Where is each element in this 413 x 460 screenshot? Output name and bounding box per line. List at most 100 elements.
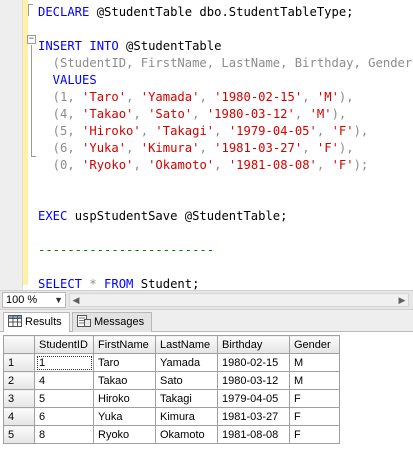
table-cell[interactable]: 8 <box>34 425 94 444</box>
code-line[interactable] <box>38 225 413 242</box>
code-line[interactable]: (1, 'Taro', 'Yamada', '1980-02-15', 'M')… <box>38 89 413 106</box>
table-row[interactable]: 4 6 Yuka Kimura 1981-03-27 F <box>3 407 340 426</box>
table-cell[interactable]: Taro <box>93 353 156 372</box>
table-cell[interactable]: Okamoto <box>155 425 218 444</box>
table-cell[interactable]: 1981-08-08 <box>217 425 290 444</box>
row-number[interactable]: 4 <box>3 407 35 426</box>
code-line[interactable]: (0, 'Ryoko', 'Okamoto', '1981-08-08', 'F… <box>38 157 413 174</box>
code-token: (6, <box>38 141 83 155</box>
table-cell[interactable]: 1980-03-12 <box>217 371 290 390</box>
code-token: SELECT <box>38 277 83 291</box>
column-header[interactable]: Gender <box>289 335 340 354</box>
editor-status-bar: 100 % ▼ ◀ ▶ <box>0 290 413 310</box>
table-row[interactable]: 5 8 Ryoko Okamoto 1981-08-08 F <box>3 425 340 444</box>
grid-icon <box>8 315 22 327</box>
code-line[interactable] <box>38 191 413 208</box>
messages-icon <box>77 315 91 327</box>
results-tabstrip: Results Messages <box>0 310 413 333</box>
code-token: , <box>199 90 215 104</box>
code-line[interactable]: VALUES <box>38 72 413 89</box>
code-token: , <box>302 141 317 155</box>
scroll-left-icon[interactable]: ◀ <box>70 294 82 306</box>
column-header[interactable]: StudentID <box>34 335 94 354</box>
zoom-dropdown[interactable]: 100 % ▼ <box>2 292 66 308</box>
column-header[interactable]: LastName <box>155 335 218 354</box>
code-token: ), <box>353 124 369 138</box>
table-cell[interactable]: 6 <box>34 407 94 426</box>
code-token: @StudentTable dbo.StudentTableType; <box>89 5 354 19</box>
code-line[interactable]: (5, 'Hiroko', 'Takagi', '1979-04-05', 'F… <box>38 123 413 140</box>
code-token: ), <box>338 90 354 104</box>
table-cell[interactable]: F <box>289 425 340 444</box>
table-cell[interactable]: M <box>289 353 340 372</box>
outline-line <box>31 45 32 157</box>
code-token: 'Hiroko' <box>82 124 141 138</box>
tab-results[interactable]: Results <box>3 312 70 333</box>
table-row[interactable]: 2 4 Takao Sato 1980-03-12 M <box>3 371 340 390</box>
table-cell[interactable]: Hiroko <box>93 389 156 408</box>
code-token: INSERT INTO <box>38 39 119 53</box>
code-token: , <box>214 158 229 172</box>
table-cell[interactable]: 1 <box>34 353 94 372</box>
zoom-value: 100 % <box>6 294 38 306</box>
outline-bracket <box>28 4 33 16</box>
code-token: , <box>294 107 310 121</box>
table-row[interactable]: 3 5 Hiroko Takagi 1979-04-05 F <box>3 389 340 408</box>
code-token: * <box>82 277 105 291</box>
grid-corner[interactable] <box>3 335 35 354</box>
column-header[interactable]: FirstName <box>93 335 156 354</box>
code-token: , <box>214 124 229 138</box>
row-number[interactable]: 3 <box>3 389 35 408</box>
collapse-icon[interactable]: − <box>27 35 36 44</box>
query-editor[interactable]: − DECLARE @StudentTable dbo.StudentTable… <box>0 0 413 291</box>
table-cell[interactable]: F <box>289 389 340 408</box>
table-cell[interactable]: Yamada <box>155 353 218 372</box>
table-cell[interactable]: 4 <box>34 371 94 390</box>
table-cell[interactable]: 1980-02-15 <box>217 353 290 372</box>
code-token: 'M' <box>316 90 339 104</box>
table-cell[interactable]: 1979-04-05 <box>217 389 290 408</box>
code-token: '1981-03-27' <box>214 141 303 155</box>
column-header[interactable]: Birthday <box>217 335 290 354</box>
table-cell[interactable]: 5 <box>34 389 94 408</box>
code-line[interactable]: (StudentID, FirstName, LastName, Birthda… <box>38 55 413 72</box>
table-cell[interactable]: Kimura <box>155 407 218 426</box>
table-cell[interactable]: M <box>289 371 340 390</box>
code-line[interactable] <box>38 259 413 276</box>
code-line[interactable]: DECLARE @StudentTable dbo.StudentTableTy… <box>38 4 413 21</box>
code-line[interactable]: INSERT INTO @StudentTable <box>38 38 413 55</box>
chevron-down-icon: ▼ <box>54 295 63 305</box>
code-line[interactable] <box>38 21 413 38</box>
code-token: 'F' <box>331 158 354 172</box>
code-line[interactable]: ------------------------ <box>38 242 413 259</box>
table-cell[interactable]: Takagi <box>155 389 218 408</box>
code-token: @StudentTable <box>118 39 222 53</box>
table-row[interactable]: 1 1 Taro Yamada 1980-02-15 M <box>3 353 340 372</box>
horizontal-scrollbar[interactable]: ◀ ▶ <box>69 293 409 307</box>
row-number[interactable]: 2 <box>3 371 35 390</box>
code-line[interactable]: (6, 'Yuka', 'Kimura', '1981-03-27', 'F')… <box>38 140 413 157</box>
code-line[interactable]: SELECT * FROM Student; <box>38 276 413 291</box>
code-token: ), <box>331 107 347 121</box>
table-cell[interactable]: Ryoko <box>93 425 156 444</box>
table-cell[interactable]: 1981-03-27 <box>217 407 290 426</box>
code-token: (1, <box>38 90 83 104</box>
code-token: ------------------------ <box>38 243 215 257</box>
code-token: (4, <box>38 107 83 121</box>
scroll-right-icon[interactable]: ▶ <box>396 294 408 306</box>
table-cell[interactable]: F <box>289 407 340 426</box>
row-number[interactable]: 1 <box>3 353 35 372</box>
code-token: FROM <box>104 277 134 291</box>
sql-code[interactable]: DECLARE @StudentTable dbo.StudentTableTy… <box>38 4 413 291</box>
code-line[interactable]: EXEC uspStudentSave @StudentTable; <box>38 208 413 225</box>
row-number[interactable]: 5 <box>3 425 35 444</box>
code-line[interactable]: (4, 'Takao', 'Sato', '1980-03-12', 'M'), <box>38 106 413 123</box>
table-cell[interactable]: Sato <box>155 371 218 390</box>
table-cell[interactable]: Takao <box>93 371 156 390</box>
code-token: 'F' <box>331 124 354 138</box>
results-grid[interactable]: StudentID FirstName LastName Birthday Ge… <box>3 335 340 444</box>
code-line[interactable] <box>38 174 413 191</box>
table-cell[interactable]: Yuka <box>93 407 156 426</box>
tab-messages[interactable]: Messages <box>72 312 152 332</box>
code-token: 'M' <box>309 107 332 121</box>
